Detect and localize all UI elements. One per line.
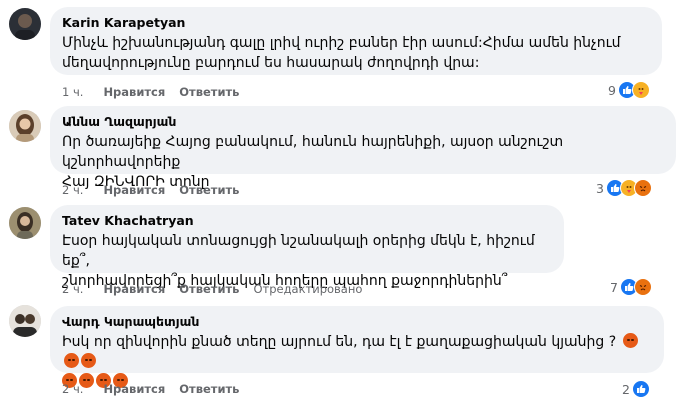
avatar[interactable] [9, 305, 41, 337]
angry-icon [634, 179, 652, 197]
comment-author[interactable]: Վարդ Կարապետյան [62, 314, 652, 330]
like-button[interactable]: Нравится [103, 281, 165, 297]
reply-button[interactable]: Ответить [179, 281, 239, 297]
comment-bubble: Tatev Khachatryan Էսօր հայկական տոնացույ… [50, 205, 564, 289]
avatar[interactable] [9, 110, 41, 142]
comment-actions: 1 ч. Нравится Ответить [62, 84, 239, 100]
comment-text-line: մեղավորությունը բարդում ես հասարակ ժողով… [62, 55, 480, 71]
comment-author[interactable]: Karin Karapetyan [62, 15, 650, 31]
reply-button[interactable]: Ответить [179, 182, 239, 198]
thumbs-up-icon [632, 380, 650, 398]
comment-author[interactable]: Tatev Khachatryan [62, 213, 552, 229]
comment-text-line: Իսկ որ զինվորին քնած տեղը այրում են, դա … [62, 332, 652, 372]
like-button[interactable]: Нравится [103, 381, 165, 397]
reaction-count: 7 [610, 279, 618, 295]
angry-icon [622, 333, 638, 348]
reaction-summary[interactable]: 2 [622, 379, 650, 399]
like-button[interactable]: Нравится [103, 84, 165, 100]
comment-time[interactable]: 2 ч. [62, 182, 83, 198]
edited-label: Отредактировано [253, 282, 363, 296]
comment-author[interactable]: Աննա Ղազարյան [62, 114, 664, 130]
comment-bubble: Վարդ Կարապետյան Իսկ որ զինվորին քնած տեղ… [50, 306, 664, 388]
angry-icon [81, 353, 96, 368]
comment-bubble: Karin Karapetyan Մինչև իշխանությանդ գալը… [50, 7, 662, 75]
reaction-summary[interactable]: 9 [608, 80, 650, 100]
comment-actions: 2 ч. Нравится Ответить [62, 182, 239, 198]
avatar[interactable] [9, 207, 41, 239]
comment-text-line: Որ ծառայեիք Հայոց բանակում, հանուն հայրե… [62, 134, 564, 170]
comment-text-line: Մինչև իշխանությանդ գալը լրիվ ուրիշ բաներ… [62, 35, 621, 51]
comment-text: Իսկ որ զինվորին քնած տեղը այրում են, դա … [62, 334, 617, 350]
comment-time[interactable]: 2 ч. [62, 281, 83, 297]
reaction-summary[interactable]: 3 [596, 178, 652, 198]
angry-icon [634, 278, 652, 296]
comment-time[interactable]: 2 ч. [62, 381, 83, 397]
angry-icon [64, 353, 79, 368]
reaction-summary[interactable]: 7 [610, 277, 652, 297]
comment-text-line: Էսօր հայկական տոնացույցի նշանակալի օրերի… [62, 233, 535, 269]
reaction-count: 9 [608, 82, 616, 98]
comment-actions: 2 ч. Нравится Ответить Отредактировано [62, 281, 362, 297]
avatar[interactable] [9, 8, 41, 40]
reaction-count: 3 [596, 180, 604, 196]
like-button[interactable]: Нравится [103, 182, 165, 198]
comment-bubble: Աննա Ղազարյան Որ ծառայեիք Հայոց բանակում… [50, 106, 676, 190]
reaction-count: 2 [622, 381, 630, 397]
care-icon [632, 81, 650, 99]
reply-button[interactable]: Ответить [179, 84, 239, 100]
reply-button[interactable]: Ответить [179, 381, 239, 397]
comment-time[interactable]: 1 ч. [62, 84, 83, 100]
comment-actions: 2 ч. Нравится Ответить [62, 381, 239, 397]
